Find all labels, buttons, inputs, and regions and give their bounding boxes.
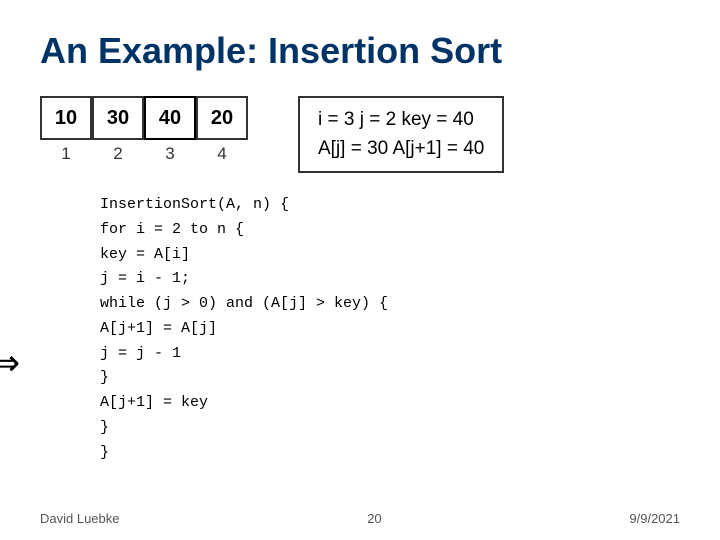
index-4: 4 — [196, 144, 248, 164]
code-line-11: } — [100, 441, 680, 466]
footer: David Luebke 20 9/9/2021 — [40, 511, 680, 526]
info-line2: A[j] = 30 A[j+1] = 40 — [318, 135, 484, 164]
top-section: 10 30 40 20 1 2 3 4 i = 3 j = 2 key = 40… — [40, 96, 680, 173]
array-indices: 1 2 3 4 — [40, 144, 248, 164]
code-line-8: } — [100, 366, 680, 391]
slide: An Example: Insertion Sort 10 30 40 20 1… — [0, 0, 720, 540]
index-3: 3 — [144, 144, 196, 164]
code-line-5: while (j > 0) and (A[j] > key) { — [100, 292, 680, 317]
cell-4: 20 — [196, 96, 248, 140]
code-line-2: for i = 2 to n { — [100, 218, 680, 243]
cell-3: 40 — [144, 96, 196, 140]
index-2: 2 — [92, 144, 144, 164]
info-line1: i = 3 j = 2 key = 40 — [318, 106, 484, 135]
footer-left: David Luebke — [40, 511, 120, 526]
info-box: i = 3 j = 2 key = 40 A[j] = 30 A[j+1] = … — [298, 96, 504, 173]
cell-1: 10 — [40, 96, 92, 140]
code-section: InsertionSort(A, n) { for i = 2 to n { k… — [100, 193, 680, 465]
code-line-4: j = i - 1; — [100, 267, 680, 292]
index-1: 1 — [40, 144, 92, 164]
cell-2: 30 — [92, 96, 144, 140]
code-wrapper: ⇒ InsertionSort(A, n) { for i = 2 to n {… — [40, 187, 680, 465]
code-line-1: InsertionSort(A, n) { — [100, 193, 680, 218]
code-line-10: } — [100, 416, 680, 441]
array-cells: 10 30 40 20 — [40, 96, 248, 140]
footer-center: 20 — [120, 511, 630, 526]
code-line-6: A[j+1] = A[j] — [100, 317, 680, 342]
code-line-7: j = j - 1 — [100, 342, 680, 367]
arrow-icon: ⇒ — [0, 342, 20, 384]
slide-title: An Example: Insertion Sort — [40, 30, 680, 72]
code-line-3: key = A[i] — [100, 243, 680, 268]
code-line-9: A[j+1] = key — [100, 391, 680, 416]
arrow-container: ⇒ — [0, 342, 20, 384]
footer-right: 9/9/2021 — [629, 511, 680, 526]
array-container: 10 30 40 20 1 2 3 4 — [40, 96, 248, 164]
content-area: 10 30 40 20 1 2 3 4 i = 3 j = 2 key = 40… — [40, 96, 680, 465]
